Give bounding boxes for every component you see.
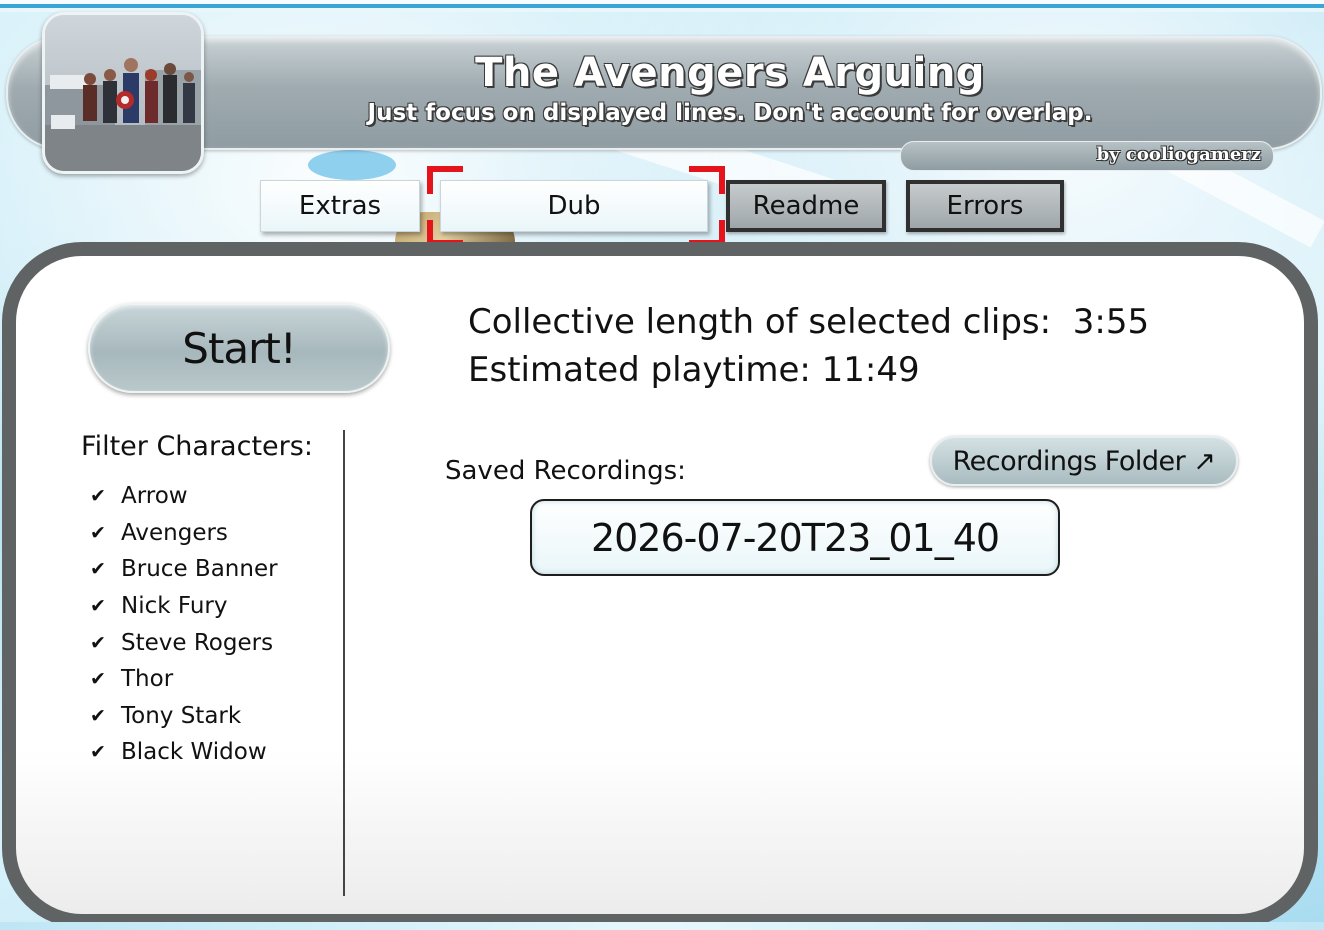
checkmark-icon: ✔ <box>90 668 106 691</box>
window-bottom-edge <box>0 922 1324 930</box>
checkmark-icon: ✔ <box>90 521 106 544</box>
tab-errors[interactable]: Errors <box>906 180 1064 232</box>
checkmark-icon: ✔ <box>90 595 106 618</box>
filter-item-label: Steve Rogers <box>121 629 274 656</box>
filter-item-avengers[interactable]: ✔ Avengers <box>90 515 278 552</box>
filter-item-black-widow[interactable]: ✔ Black Widow <box>90 734 278 771</box>
recording-item[interactable]: 2026-07-20T23_01_40 <box>530 499 1060 576</box>
checkmark-icon: ✔ <box>90 558 106 581</box>
background-blob <box>308 150 396 180</box>
filter-item-label: Avengers <box>121 519 228 546</box>
tab-readme[interactable]: Readme <box>726 180 886 232</box>
tab-extras[interactable]: Extras <box>260 180 420 232</box>
app-title: The Avengers Arguing <box>475 50 985 96</box>
app-subtitle: Just focus on displayed lines. Don't acc… <box>367 100 1093 126</box>
checkmark-icon: ✔ <box>90 704 106 727</box>
filter-characters-title: Filter Characters: <box>81 431 313 462</box>
collective-length-label: Collective length of selected clips: <box>468 302 1052 342</box>
selection-bracket-top-left <box>427 166 463 194</box>
window-top-edge <box>0 0 1324 12</box>
tab-dub[interactable]: Dub <box>440 180 708 232</box>
pack-thumbnail-image <box>42 12 204 174</box>
recordings-folder-button[interactable]: Recordings Folder ↗ <box>930 436 1238 486</box>
author-bar: by cooliogamerz <box>900 141 1274 171</box>
start-button[interactable]: Start! <box>88 303 390 393</box>
checkmark-icon: ✔ <box>90 741 106 764</box>
filter-character-list: ✔ Arrow ✔ Avengers ✔ Bruce Banner ✔ Nick Fur… <box>90 478 278 771</box>
filter-item-label: Bruce Banner <box>121 556 278 583</box>
selection-bracket-top-right <box>689 166 725 194</box>
collective-length-value: 3:55 <box>1072 302 1150 342</box>
checkmark-icon: ✔ <box>90 485 106 508</box>
checkmark-icon: ✔ <box>90 631 106 654</box>
filter-item-arrow[interactable]: ✔ Arrow <box>90 478 278 515</box>
filter-item-bruce-banner[interactable]: ✔ Bruce Banner <box>90 551 278 588</box>
filter-item-label: Tony Stark <box>121 702 242 729</box>
saved-recordings-label: Saved Recordings: <box>445 456 686 486</box>
filter-item-label: Thor <box>121 666 174 693</box>
playtime-line: Estimated playtime: 11:49 <box>468 350 920 390</box>
author-credit: by cooliogamerz <box>1096 144 1261 165</box>
collective-length-line: Collective length of selected clips: 3:5… <box>468 302 1149 342</box>
playtime-label: Estimated playtime: <box>468 350 811 390</box>
filter-item-label: Arrow <box>121 483 188 510</box>
vertical-divider <box>343 430 345 896</box>
filter-item-thor[interactable]: ✔ Thor <box>90 661 278 698</box>
filter-item-label: Black Widow <box>121 739 267 766</box>
filter-item-label: Nick Fury <box>121 593 228 620</box>
filter-item-tony-stark[interactable]: ✔ Tony Stark <box>90 698 278 735</box>
filter-item-steve-rogers[interactable]: ✔ Steve Rogers <box>90 624 278 661</box>
filter-item-nick-fury[interactable]: ✔ Nick Fury <box>90 588 278 625</box>
playtime-value: 11:49 <box>821 350 920 390</box>
